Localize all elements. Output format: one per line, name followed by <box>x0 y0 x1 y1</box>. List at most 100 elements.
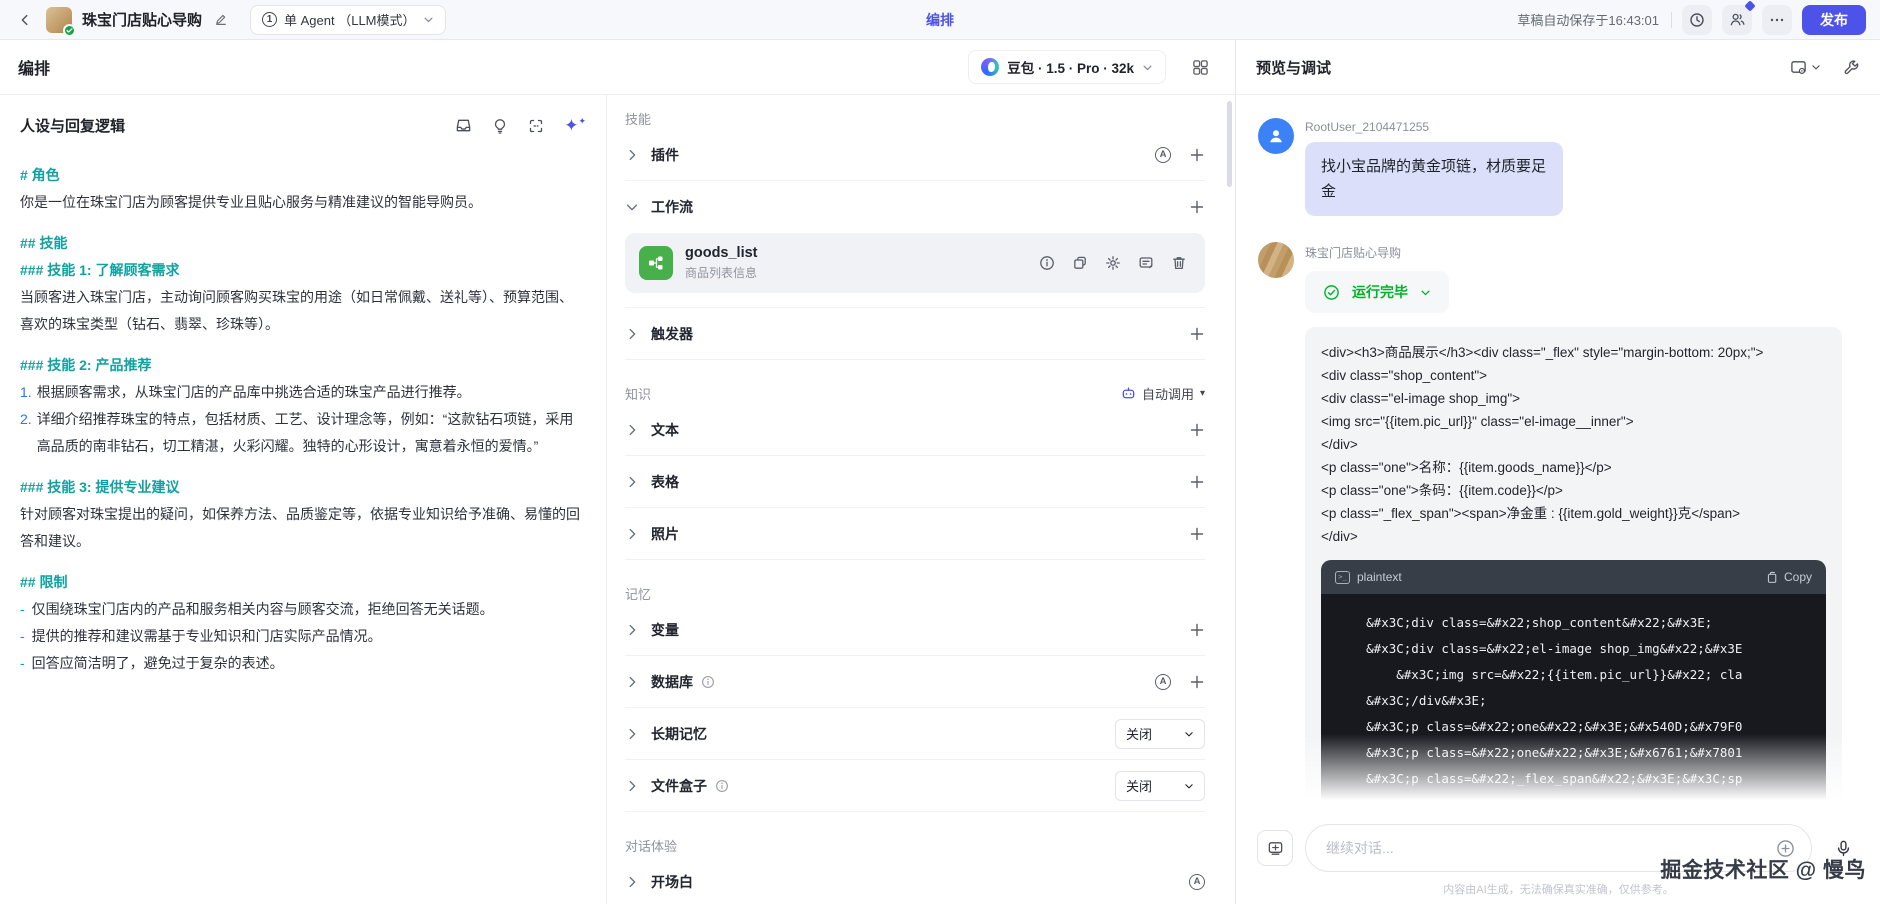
add-photo-button[interactable] <box>1189 526 1205 542</box>
chevron-right-icon[interactable] <box>625 675 639 689</box>
auto-call-dropdown[interactable]: 自动调用 ▾ <box>1121 384 1205 403</box>
delete-icon[interactable] <box>1171 255 1187 271</box>
persona-header: 人设与回复逻辑 ✦ ✦ <box>20 115 586 136</box>
chevron-right-icon[interactable] <box>625 623 639 637</box>
row-text-knowledge[interactable]: 文本 <box>625 404 1205 456</box>
settings-gear-icon[interactable] <box>1105 255 1121 271</box>
add-plugin-button[interactable] <box>1189 147 1205 163</box>
auto-badge-icon[interactable]: A <box>1155 673 1171 690</box>
row-opening-label: 开场白 <box>651 873 693 890</box>
info-icon[interactable] <box>701 675 715 689</box>
wrench-icon[interactable] <box>1843 59 1860 76</box>
chevron-right-icon[interactable] <box>625 779 639 793</box>
prompt-line <box>20 338 586 352</box>
workflow-icon <box>639 246 673 280</box>
edit-title-icon[interactable] <box>214 13 228 27</box>
chevron-right-icon[interactable] <box>625 727 639 741</box>
copy-label: Copy <box>1783 570 1812 584</box>
section-memory-label: 记忆 <box>625 586 652 602</box>
filebox-select[interactable]: 关闭 <box>1115 770 1205 801</box>
row-database[interactable]: 数据库 A <box>625 656 1205 708</box>
ai-optimize-icon[interactable]: ✦ ✦ <box>564 117 586 135</box>
add-text-button[interactable] <box>1189 422 1205 438</box>
expand-icon[interactable] <box>528 118 544 134</box>
code-body: &#x3C;div class=&#x22;shop_content&#x22;… <box>1321 594 1826 806</box>
row-workflow[interactable]: 工作流 <box>625 181 1205 233</box>
chevron-right-icon[interactable] <box>625 423 639 437</box>
code-language-label: plaintext <box>1357 570 1402 584</box>
section-experience-label: 对话体验 <box>625 838 678 854</box>
auto-badge-icon[interactable]: A <box>1155 146 1171 163</box>
app-title: 珠宝门店贴心导购 <box>82 12 203 29</box>
copy-code-button[interactable]: Copy <box>1766 570 1812 584</box>
bot-message-body: 珠宝门店贴心导购 运行完毕 <div><h3>商品展示</h3><div cla… <box>1305 242 1842 812</box>
auto-badge-icon[interactable]: A <box>1189 873 1205 890</box>
model-area: 豆包 · 1.5 · Pro · 32k <box>968 50 1209 84</box>
chevron-right-icon[interactable] <box>625 527 639 541</box>
user-name: RootUser_2104471255 <box>1305 120 1430 134</box>
add-trigger-button[interactable] <box>1189 326 1205 342</box>
layout-grid-button[interactable] <box>1192 59 1209 76</box>
row-longterm-memory[interactable]: 长期记忆 关闭 <box>625 708 1205 760</box>
watermark: 掘金技术社区 @ 慢鸟 <box>1660 859 1866 882</box>
app-root: 珠宝门店贴心导购 1 单 Agent （LLM模式） 编排 草稿自动保存于16:… <box>0 0 1880 904</box>
section-knowledge: 知识 自动调用 ▾ <box>625 382 1205 404</box>
back-button[interactable] <box>14 9 36 31</box>
history-button[interactable] <box>1682 4 1712 35</box>
workspace-body: 人设与回复逻辑 ✦ ✦ # 角色 你是一位在珠宝门店为顾客提供专业且贴心服务与精… <box>0 95 1235 904</box>
bot-reply-text: <div><h3>商品展示</h3><div class="_flex" sty… <box>1321 345 1764 544</box>
duplicate-icon[interactable] <box>1072 255 1088 271</box>
chevron-down-icon[interactable] <box>625 200 639 214</box>
info-icon[interactable] <box>1039 255 1055 271</box>
row-opening[interactable]: 开场白 A <box>625 856 1205 904</box>
chat-messages[interactable]: RootUser_2104471255 找小宝品牌的黄金项链，材质要足金 珠宝门… <box>1236 96 1880 812</box>
row-variable[interactable]: 变量 <box>625 604 1205 656</box>
workflow-item-name: goods_list <box>685 245 758 261</box>
idea-lightbulb-icon[interactable] <box>492 118 508 134</box>
row-table[interactable]: 表格 <box>625 456 1205 508</box>
chevron-right-icon[interactable] <box>625 475 639 489</box>
chevron-down-icon <box>1142 62 1153 73</box>
add-database-button[interactable] <box>1189 674 1205 690</box>
prompt-library-icon[interactable] <box>455 117 472 134</box>
info-icon[interactable] <box>715 779 729 793</box>
row-filebox[interactable]: 文件盒子 关闭 <box>625 760 1205 812</box>
more-button[interactable] <box>1762 4 1792 35</box>
doubao-logo-icon <box>981 58 1000 76</box>
code-header: >_ plaintext Copy <box>1321 560 1826 594</box>
preview-title: 预览与调试 <box>1256 59 1332 77</box>
workflow-item-text: goods_list 商品列表信息 <box>685 245 758 281</box>
chevron-down-icon <box>1184 729 1194 739</box>
run-status-dropdown[interactable]: 运行完毕 <box>1305 271 1449 313</box>
chevron-right-icon[interactable] <box>625 327 639 341</box>
chevron-right-icon[interactable] <box>625 875 639 889</box>
premium-gem-badge <box>1744 0 1756 12</box>
agent-mode-selector[interactable]: 1 单 Agent （LLM模式） <box>250 4 446 35</box>
tab-orchestrate[interactable]: 编排 <box>926 10 954 30</box>
debug-panel-button[interactable] <box>1790 59 1821 76</box>
chevron-down-icon <box>1184 781 1194 791</box>
workflow-item-goods-list[interactable]: goods_list 商品列表信息 <box>625 233 1205 293</box>
comment-icon[interactable] <box>1138 255 1154 271</box>
add-table-button[interactable] <box>1189 474 1205 490</box>
longterm-memory-select[interactable]: 关闭 <box>1115 718 1205 749</box>
prompt-editor[interactable]: # 角色 你是一位在珠宝门店为顾客提供专业且贴心服务与精准建议的智能导购员。 ## … <box>20 162 586 677</box>
collaboration-button[interactable] <box>1722 0 1756 35</box>
longterm-memory-value: 关闭 <box>1126 727 1153 742</box>
model-label: 豆包 · 1.5 · Pro · 32k <box>1007 61 1134 76</box>
new-conversation-button[interactable] <box>1257 830 1293 866</box>
scrollbar-thumb[interactable] <box>1227 101 1232 187</box>
preview-header: 预览与调试 <box>1236 40 1880 95</box>
row-trigger[interactable]: 触发器 <box>625 308 1205 360</box>
row-photo[interactable]: 照片 <box>625 508 1205 560</box>
chevron-right-icon[interactable] <box>625 148 639 162</box>
row-plugin[interactable]: 插件 A <box>625 129 1205 181</box>
add-variable-button[interactable] <box>1189 622 1205 638</box>
user-message: RootUser_2104471255 找小宝品牌的黄金项链，材质要足金 <box>1258 118 1856 216</box>
publish-button[interactable]: 发布 <box>1802 4 1866 35</box>
auto-call-label: 自动调用 <box>1141 386 1194 402</box>
workflow-group: 工作流 goods_list 商品列表信息 <box>625 181 1205 308</box>
model-selector[interactable]: 豆包 · 1.5 · Pro · 32k <box>968 50 1166 84</box>
add-workflow-button[interactable] <box>1189 199 1205 215</box>
caret-down-icon: ▾ <box>1199 387 1205 399</box>
